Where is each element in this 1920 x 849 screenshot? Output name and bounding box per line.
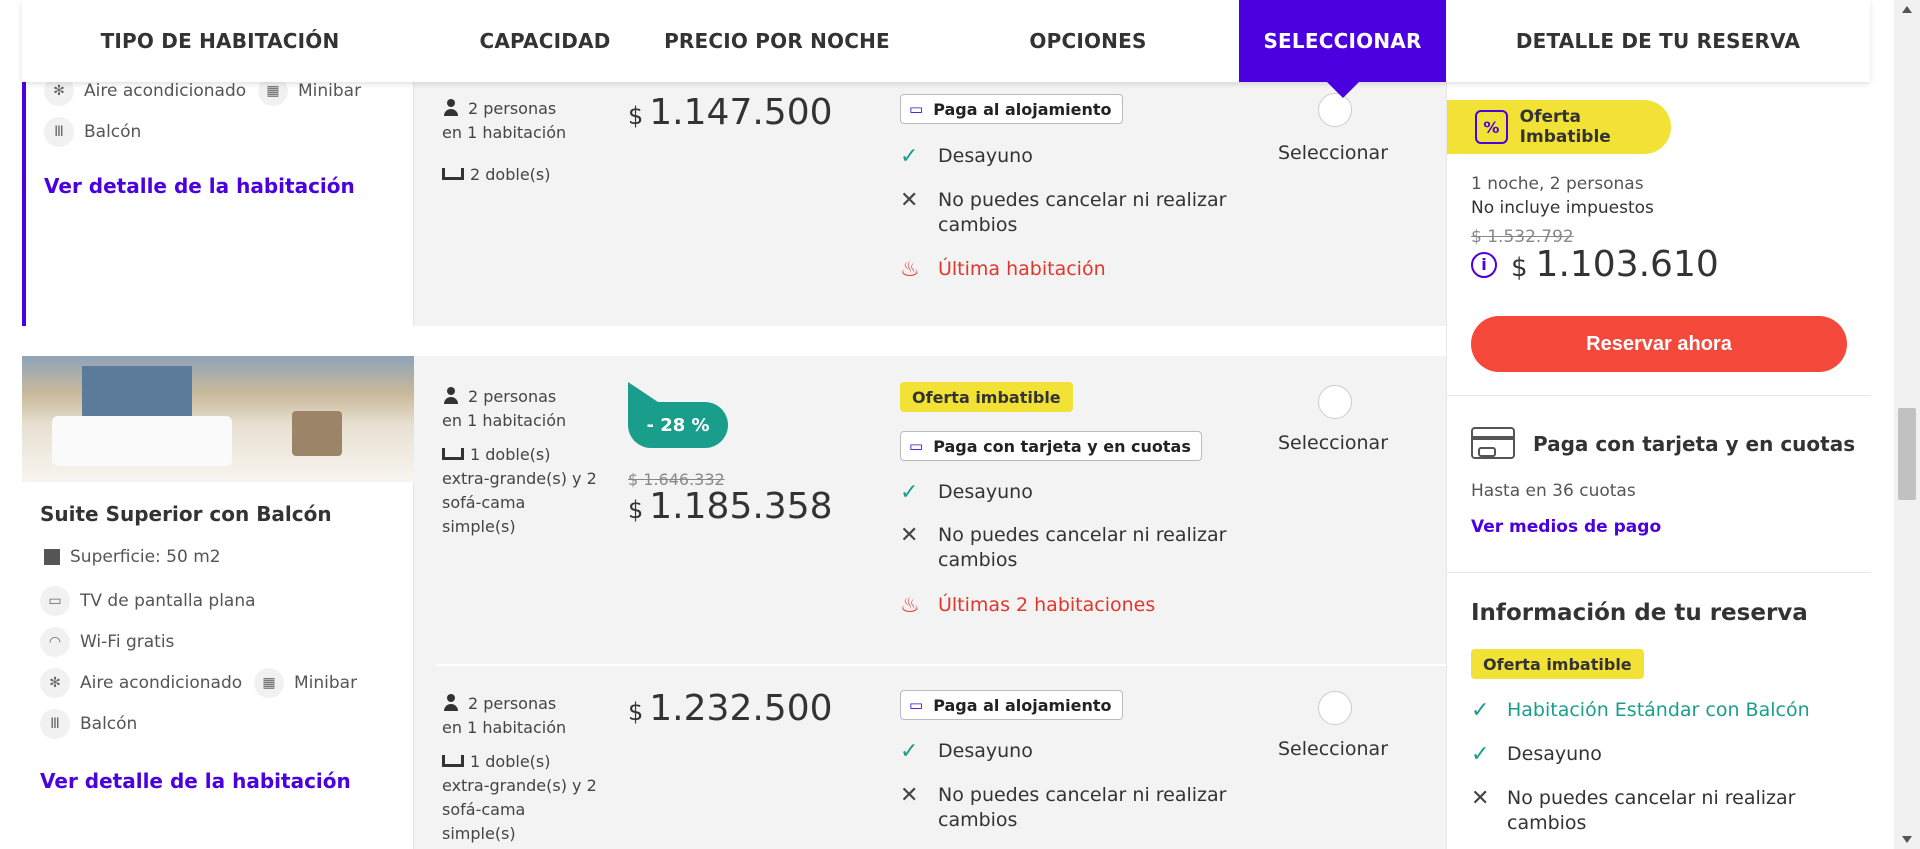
payment-methods-link[interactable]: Ver medios de pago (1471, 517, 1661, 537)
amenity-wifi: ◠ Wi-Fi gratis (40, 627, 174, 657)
offer-tag: Oferta imbatible (1471, 649, 1644, 679)
bed-icon (442, 755, 464, 767)
installments-note: Hasta en 36 cuotas (1471, 481, 1636, 501)
pay-with-card-tag: ▭ Paga con tarjeta y en cuotas (900, 431, 1202, 461)
capacity-info: 2 personas en 1 habitación 2 doble(s) (442, 99, 567, 184)
total-price: i $1.103.610 (1471, 244, 1719, 285)
pay-at-property-tag: ▭ Paga al alojamiento (900, 690, 1123, 720)
room-name: Suite Superior con Balcón (40, 502, 332, 526)
bed-icon: ▭ (909, 100, 924, 118)
page: ✻ Aire acondicionado ▦ Minibar Ⅲ Balcón Ver… (0, 0, 1920, 849)
option-breakfast: ✓ Desayuno (900, 480, 1033, 505)
room-block-suite: Suite Superior con Balcón Superficie: 50… (22, 356, 1446, 849)
header-select: SELECCIONAR (1239, 0, 1446, 98)
select-radio[interactable] (1318, 93, 1352, 127)
close-icon: ✕ (900, 188, 919, 213)
snowflake-icon: ✻ (40, 668, 70, 698)
room-detail-link[interactable]: Ver detalle de la habitación (44, 174, 355, 198)
bed-icon (442, 168, 464, 180)
table-header: TIPO DE HABITACIÓN CAPACIDAD PRECIO POR … (22, 0, 1870, 98)
offer-badge: % Oferta Imbatible (1447, 100, 1671, 154)
header-options: OPCIONES (1029, 29, 1147, 53)
check-icon: ✓ (900, 480, 919, 505)
select-label: Seleccionar (1278, 432, 1389, 454)
rate-price: $1.185.358 (628, 486, 833, 527)
check-icon: ✓ (1471, 698, 1490, 723)
balcony-icon: Ⅲ (40, 709, 70, 739)
amenity-minibar: ▦ Minibar (254, 668, 357, 698)
balcony-icon: Ⅲ (44, 117, 74, 147)
select-label: Seleccionar (1278, 738, 1389, 760)
amenity-tv: ▭ TV de pantalla plana (40, 586, 256, 616)
rate-divider (436, 664, 1446, 666)
close-icon: ✕ (900, 523, 919, 548)
payment-title: Paga con tarjeta y en cuotas (1533, 432, 1856, 456)
check-icon: ✓ (900, 739, 919, 764)
room-photo[interactable] (22, 356, 414, 482)
scrollbar[interactable] (1894, 0, 1920, 849)
wifi-icon: ◠ (40, 627, 70, 657)
header-capacity: CAPACIDAD (479, 29, 611, 53)
stay-summary: 1 noche, 2 personas (1471, 174, 1644, 194)
option-no-cancel: ✕ No puedes cancelar ni realizar cambios (900, 783, 1227, 831)
discount-badge: - 28 % (628, 382, 728, 448)
scroll-up-icon[interactable] (1902, 6, 1912, 13)
option-breakfast: ✓ Desayuno (900, 144, 1033, 169)
capacity-info: 2 personas en 1 habitación 1 doble(s) ex… (442, 694, 597, 843)
person-icon (442, 694, 460, 712)
info-breakfast: ✓ Desayuno (1471, 742, 1602, 767)
option-no-cancel: ✕ No puedes cancelar ni realizar cambios (900, 523, 1227, 571)
divider (1447, 572, 1871, 573)
tv-icon: ▭ (40, 586, 70, 616)
reservation-info-title: Información de tu reserva (1471, 600, 1808, 626)
amenity-balcony: Ⅲ Balcón (40, 709, 137, 739)
close-icon: ✕ (1471, 786, 1490, 811)
check-icon: ✓ (900, 144, 919, 169)
select-radio[interactable] (1318, 385, 1352, 419)
header-price: PRECIO POR NOCHE (664, 29, 890, 53)
capacity-info: 2 personas en 1 habitación 1 doble(s) ex… (442, 387, 597, 536)
fire-icon: ♨ (900, 257, 920, 282)
divider (1447, 395, 1871, 396)
amenity-balcony: Ⅲ Balcón (44, 117, 141, 147)
scrollbar-thumb[interactable] (1898, 408, 1916, 500)
header-room-type: TIPO DE HABITACIÓN (100, 29, 340, 53)
room-info-panel: Suite Superior con Balcón Superficie: 50… (22, 356, 414, 849)
scroll-down-icon[interactable] (1902, 836, 1912, 843)
credit-card-icon (1471, 427, 1515, 459)
option-no-cancel: ✕ No puedes cancelar ni realizar cambios (900, 188, 1227, 236)
offer-tag: Oferta imbatible (900, 382, 1073, 412)
fire-icon: ♨ (900, 593, 920, 618)
room-detail-link[interactable]: Ver detalle de la habitación (40, 769, 351, 793)
bed-icon (442, 448, 464, 460)
close-icon: ✕ (900, 783, 919, 808)
availability-alert: ♨ Últimas 2 habitaciones (900, 593, 1156, 618)
reserve-now-button[interactable]: Reservar ahora (1471, 316, 1847, 372)
selected-room: ✓ Habitación Estándar con Balcón (1471, 698, 1810, 723)
header-booking-detail: DETALLE DE TU RESERVA (1515, 29, 1801, 53)
person-icon (442, 99, 460, 117)
suitcase-percent-icon: % (1475, 110, 1508, 144)
credit-card-icon: ▭ (909, 437, 924, 455)
rate-price: $1.147.500 (628, 92, 833, 133)
info-no-cancel: ✕ No puedes cancelar ni realizar cambios (1471, 786, 1796, 834)
amenity-ac: ✻ Aire acondicionado (40, 668, 242, 698)
info-icon[interactable]: i (1471, 251, 1497, 278)
check-icon: ✓ (1471, 742, 1490, 767)
surface-info: Superficie: 50 m2 (40, 547, 221, 567)
reservation-sidebar: % Oferta Imbatible 1 noche, 2 personas No… (1446, 82, 1871, 849)
surface-icon (44, 549, 60, 565)
bed-icon: ▭ (909, 696, 924, 714)
select-radio[interactable] (1318, 691, 1352, 725)
availability-alert: ♨ Última habitación (900, 257, 1106, 282)
select-label: Seleccionar (1278, 142, 1389, 164)
pay-at-property-tag: ▭ Paga al alojamiento (900, 94, 1123, 124)
pointer-arrow (1326, 82, 1359, 98)
rate-price: $1.232.500 (628, 688, 833, 729)
minibar-icon: ▦ (254, 668, 284, 698)
taxes-note: No incluye impuestos (1471, 198, 1654, 218)
person-icon (442, 387, 460, 405)
option-breakfast: ✓ Desayuno (900, 739, 1033, 764)
